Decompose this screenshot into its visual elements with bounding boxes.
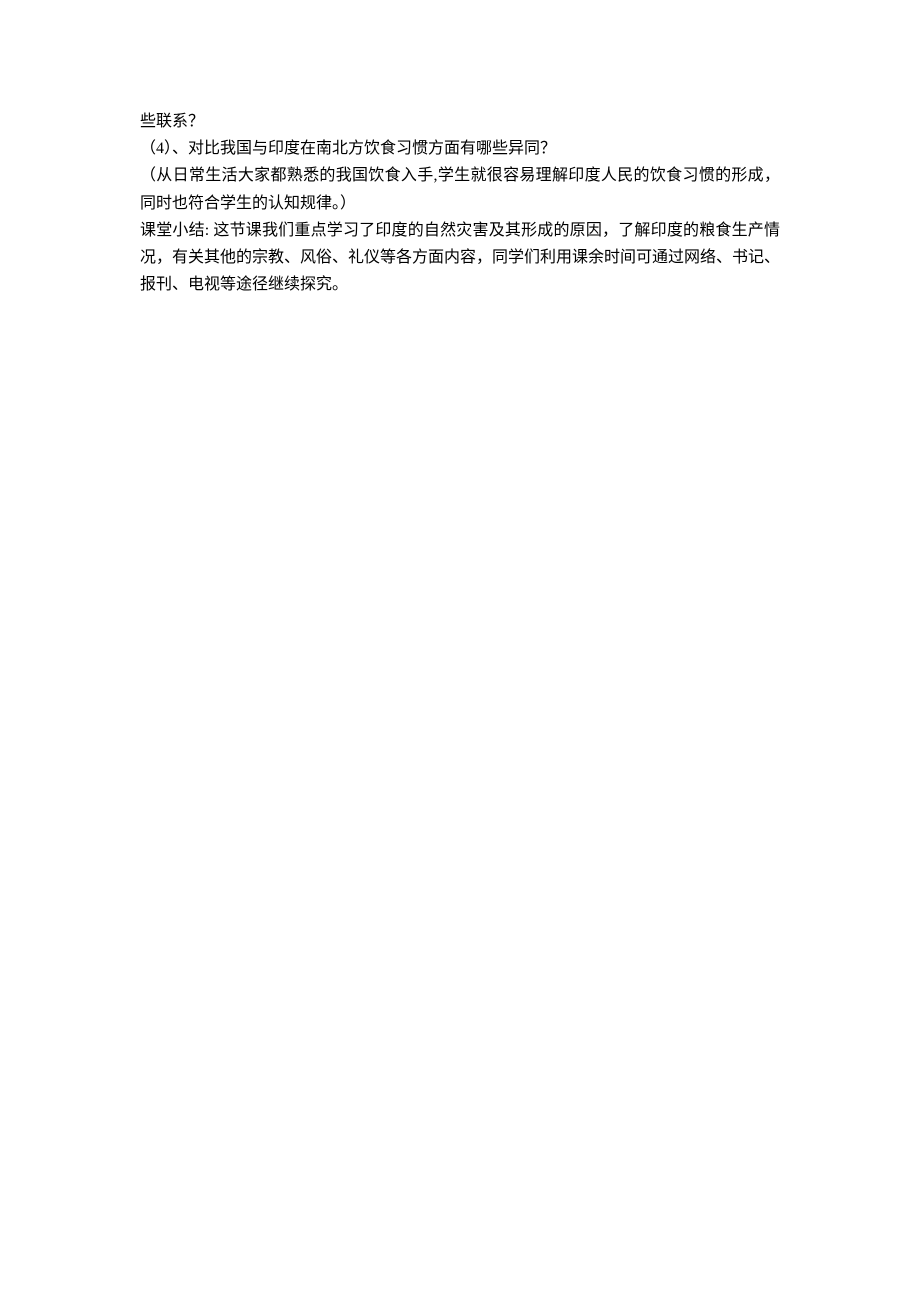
text-line-question-4: （4）、对比我国与印度在南北方饮食习惯方面有哪些异同？ bbox=[140, 135, 780, 162]
text-line-fragment: 些联系？ bbox=[140, 108, 780, 135]
summary-label: 课堂小结: bbox=[140, 222, 209, 239]
summary-text: 这节课我们重点学习了印度的自然灾害及其形成的原因，了解印度的粮食生产情况，有关其… bbox=[140, 222, 780, 293]
document-body: 些联系？ （4）、对比我国与印度在南北方饮食习惯方面有哪些异同？ （从日常生活大… bbox=[140, 108, 780, 298]
text-line-summary: 课堂小结: 这节课我们重点学习了印度的自然灾害及其形成的原因，了解印度的粮食生产… bbox=[140, 217, 780, 299]
text-line-note: （从日常生活大家都熟悉的我国饮食入手,学生就很容易理解印度人民的饮食习惯的形成，… bbox=[140, 162, 780, 216]
